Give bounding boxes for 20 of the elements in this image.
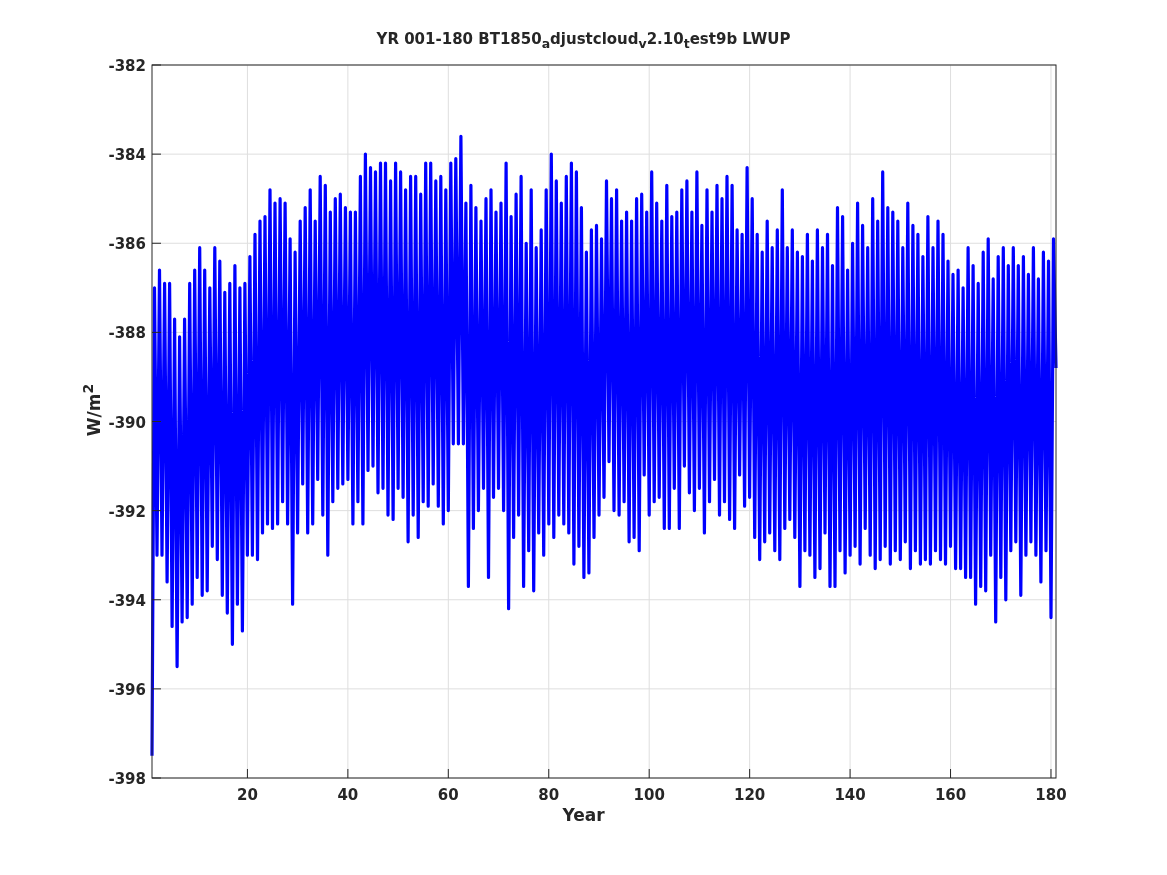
y-tick-label: -398 — [108, 770, 146, 788]
y-tick-label: -392 — [108, 502, 146, 521]
y-tick-label: -386 — [108, 235, 146, 254]
chart-title: YR 001-180 BT1850$_{a}$djustcloud$_{v}$2.10$_{t}$est9b LWUP — [376, 30, 791, 51]
y-tick-label: -388 — [108, 324, 146, 343]
x-tick-label: 180 — [1035, 786, 1067, 804]
x-tick-label: 100 — [633, 786, 665, 804]
y-tick-label: -390 — [108, 413, 146, 432]
x-tick-label: 160 — [934, 786, 967, 804]
x-tick-label: 20 — [237, 786, 258, 804]
y-tick-label: -382 — [108, 57, 146, 75]
x-tick-label: 40 — [337, 786, 359, 804]
x-tick-label: 120 — [734, 786, 766, 804]
y-tick-label: -396 — [108, 680, 146, 699]
x-tick-label: 60 — [437, 786, 459, 804]
y-tick-label: -394 — [108, 591, 146, 610]
x-tick-label: 80 — [538, 786, 560, 804]
x-tick-label: 140 — [834, 786, 866, 804]
x-axis-label: Year — [562, 805, 605, 825]
y-tick-label: -384 — [108, 146, 146, 165]
